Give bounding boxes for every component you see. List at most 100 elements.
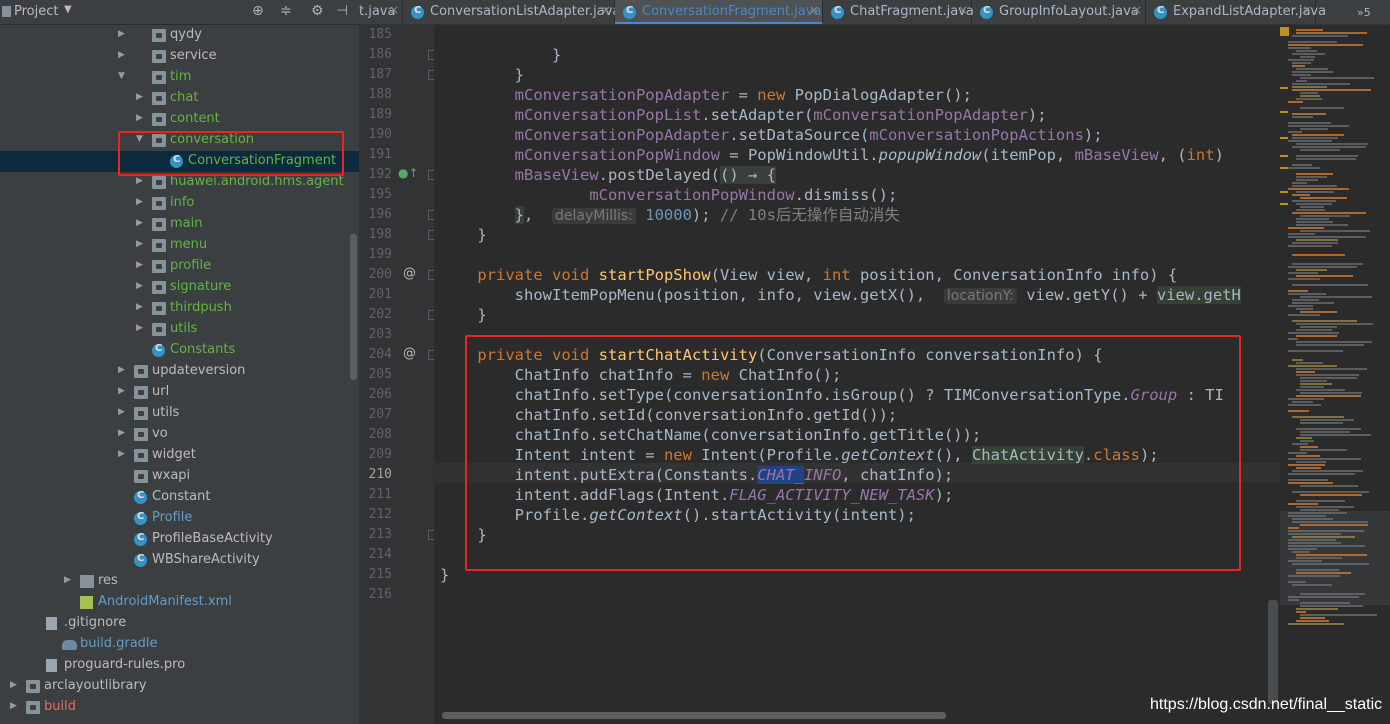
tab-conversationfragment-java[interactable]: ConversationFragment.java× <box>615 0 823 24</box>
code-line[interactable]: intent.putExtra(Constants.CHAT_INFO, cha… <box>440 465 953 485</box>
tree-item-signature[interactable]: ▶ signature <box>0 277 359 298</box>
code-line[interactable]: chatInfo.setId(conversationInfo.getId())… <box>440 405 898 425</box>
tree-item-menu[interactable]: ▶ menu <box>0 235 359 256</box>
collapsed-arrow-icon[interactable]: ▶ <box>136 281 143 291</box>
collapsed-arrow-icon[interactable]: ▶ <box>10 680 17 690</box>
tree-item-main[interactable]: ▶ main <box>0 214 359 235</box>
tree-item-androidmanifest-xml[interactable]: AndroidManifest.xml <box>0 592 359 613</box>
tree-item-build-gradle[interactable]: build.gradle <box>0 634 359 655</box>
collapsed-arrow-icon[interactable]: ▶ <box>136 218 143 228</box>
collapsed-arrow-icon[interactable]: ▶ <box>118 29 125 39</box>
code-minimap[interactable] <box>1280 25 1390 724</box>
collapsed-arrow-icon[interactable]: ▶ <box>136 113 143 123</box>
collapsed-arrow-icon[interactable]: ▶ <box>118 386 125 396</box>
tree-item-build[interactable]: ▶ build <box>0 697 359 718</box>
code-line[interactable]: } <box>440 225 486 245</box>
close-tab-icon[interactable]: × <box>1132 3 1142 17</box>
tab-t-java[interactable]: t.java × <box>359 0 403 24</box>
tree-item-widget[interactable]: ▶ widget <box>0 445 359 466</box>
collapsed-arrow-icon[interactable]: ▶ <box>64 575 71 585</box>
override-marker-icon[interactable]: @ <box>403 346 416 361</box>
close-tab-icon[interactable]: × <box>601 3 611 17</box>
project-panel-title[interactable]: Project <box>14 4 58 19</box>
warning-stripe-marker[interactable] <box>1280 111 1288 113</box>
tabs-overflow-indicator[interactable]: »5 <box>1357 6 1371 19</box>
code-line[interactable]: } <box>440 525 486 545</box>
warning-stripe-marker[interactable] <box>1280 155 1288 157</box>
close-tab-icon[interactable]: × <box>389 3 399 17</box>
close-tab-icon[interactable]: × <box>809 3 819 17</box>
warning-stripe-marker[interactable] <box>1280 167 1288 169</box>
tree-item-tim[interactable]: ▼ tim <box>0 67 359 88</box>
tree-item-conversation[interactable]: ▼ conversation <box>0 130 359 151</box>
hide-panel-icon[interactable]: ⊣ <box>336 3 348 19</box>
tree-item-profile[interactable]: Profile <box>0 508 359 529</box>
tab-conversationlistadapter-java[interactable]: ConversationListAdapter.java× <box>403 0 620 24</box>
expanded-arrow-icon[interactable]: ▼ <box>136 134 143 144</box>
code-line[interactable]: intent.addFlags(Intent.FLAG_ACTIVITY_NEW… <box>440 485 954 505</box>
override-marker-icon[interactable]: @ <box>403 266 416 281</box>
locate-target-icon[interactable]: ⊕ <box>252 3 264 19</box>
tree-item-profile[interactable]: ▶ profile <box>0 256 359 277</box>
code-editor[interactable]: } } mConversationPopAdapter = new PopDia… <box>434 25 1280 724</box>
code-line[interactable]: ChatInfo chatInfo = new ChatInfo(); <box>440 365 842 385</box>
tabs-overflow[interactable]: »5 <box>1353 0 1390 24</box>
gear-icon[interactable]: ⚙ <box>311 3 324 19</box>
tree-item-arclayoutlibrary[interactable]: ▶ arclayoutlibrary <box>0 676 359 697</box>
project-tree-scrollbar[interactable] <box>350 234 357 380</box>
tree-item-url[interactable]: ▶ url <box>0 382 359 403</box>
expanded-arrow-icon[interactable]: ▼ <box>118 71 125 81</box>
code-line[interactable]: chatInfo.setChatName(conversationInfo.ge… <box>440 425 982 445</box>
implementation-marker-icon[interactable]: ●↑ <box>398 166 419 180</box>
code-line[interactable]: } <box>440 305 486 325</box>
tree-item-constants[interactable]: Constants <box>0 340 359 361</box>
tree-item-res[interactable]: ▶ res <box>0 571 359 592</box>
collapsed-arrow-icon[interactable]: ▶ <box>136 176 143 186</box>
tree-item-qydy[interactable]: ▶ qydy <box>0 25 359 46</box>
close-tab-icon[interactable]: × <box>958 3 968 17</box>
horizontal-scroll-thumb[interactable] <box>442 712 946 719</box>
tree-item-updateversion[interactable]: ▶ updateversion <box>0 361 359 382</box>
code-line[interactable]: mBaseView.postDelayed(() → { <box>440 165 776 185</box>
code-line[interactable]: Profile.getContext().startActivity(inten… <box>440 505 916 525</box>
tree-item-profilebaseactivity[interactable]: ProfileBaseActivity <box>0 529 359 550</box>
warning-stripe-marker[interactable] <box>1280 137 1288 139</box>
code-line[interactable]: showItemPopMenu(position, info, view.get… <box>440 285 1241 305</box>
collapsed-arrow-icon[interactable]: ▶ <box>10 701 17 711</box>
collapsed-arrow-icon[interactable]: ▶ <box>136 92 143 102</box>
code-line[interactable]: mConversationPopAdapter.setDataSource(mC… <box>440 125 1103 145</box>
collapsed-arrow-icon[interactable]: ▶ <box>118 449 125 459</box>
tree-item-utils[interactable]: ▶ utils <box>0 319 359 340</box>
code-line[interactable]: mConversationPopWindow = PopWindowUtil.p… <box>440 145 1224 165</box>
tree-item-huawei-android-hms-agent[interactable]: ▶ huawei.android.hms.agent <box>0 172 359 193</box>
tab-groupinfolayout-java[interactable]: GroupInfoLayout.java× <box>972 0 1146 24</box>
editor-vertical-scrollbar[interactable] <box>1268 600 1278 704</box>
warning-stripe-marker[interactable] <box>1280 87 1288 89</box>
collapsed-arrow-icon[interactable]: ▶ <box>118 365 125 375</box>
tree-item-chat[interactable]: ▶ chat <box>0 88 359 109</box>
code-line[interactable]: mConversationPopList.setAdapter(mConvers… <box>440 105 1047 125</box>
project-view-dropdown-icon[interactable]: ▼ <box>64 4 72 15</box>
tree-item-conversationfragment[interactable]: ConversationFragment <box>0 151 359 172</box>
code-line[interactable]: } <box>440 45 561 65</box>
code-line[interactable]: }, delayMillis: 10000); // 10s后无操作自动消失 <box>440 205 900 225</box>
tree-item-thirdpush[interactable]: ▶ thirdpush <box>0 298 359 319</box>
code-line[interactable]: chatInfo.setType(conversationInfo.isGrou… <box>440 385 1224 405</box>
close-tab-icon[interactable]: × <box>1302 3 1312 17</box>
collapsed-arrow-icon[interactable]: ▶ <box>136 260 143 270</box>
code-line[interactable]: Intent intent = new Intent(Profile.getCo… <box>440 445 1159 465</box>
collapsed-arrow-icon[interactable]: ▶ <box>136 323 143 333</box>
tree-item-wbshareactivity[interactable]: WBShareActivity <box>0 550 359 571</box>
tree-item-vo[interactable]: ▶ vo <box>0 424 359 445</box>
collapsed-arrow-icon[interactable]: ▶ <box>118 428 125 438</box>
code-line[interactable]: mConversationPopAdapter = new PopDialogA… <box>440 85 972 105</box>
tab-expandlistadapter-java[interactable]: ExpandListAdapter.java× <box>1146 0 1326 24</box>
tree-item-proguard-rules-pro[interactable]: proguard-rules.pro <box>0 655 359 676</box>
code-line[interactable]: private void startPopShow(View view, int… <box>440 265 1177 285</box>
code-line[interactable]: private void startChatActivity(Conversat… <box>440 345 1102 365</box>
collapsed-arrow-icon[interactable]: ▶ <box>136 302 143 312</box>
tree-item-constant[interactable]: Constant <box>0 487 359 508</box>
tree-item-content[interactable]: ▶ content <box>0 109 359 130</box>
tree-item-wxapi[interactable]: wxapi <box>0 466 359 487</box>
tree-item-service[interactable]: ▶ service <box>0 46 359 67</box>
